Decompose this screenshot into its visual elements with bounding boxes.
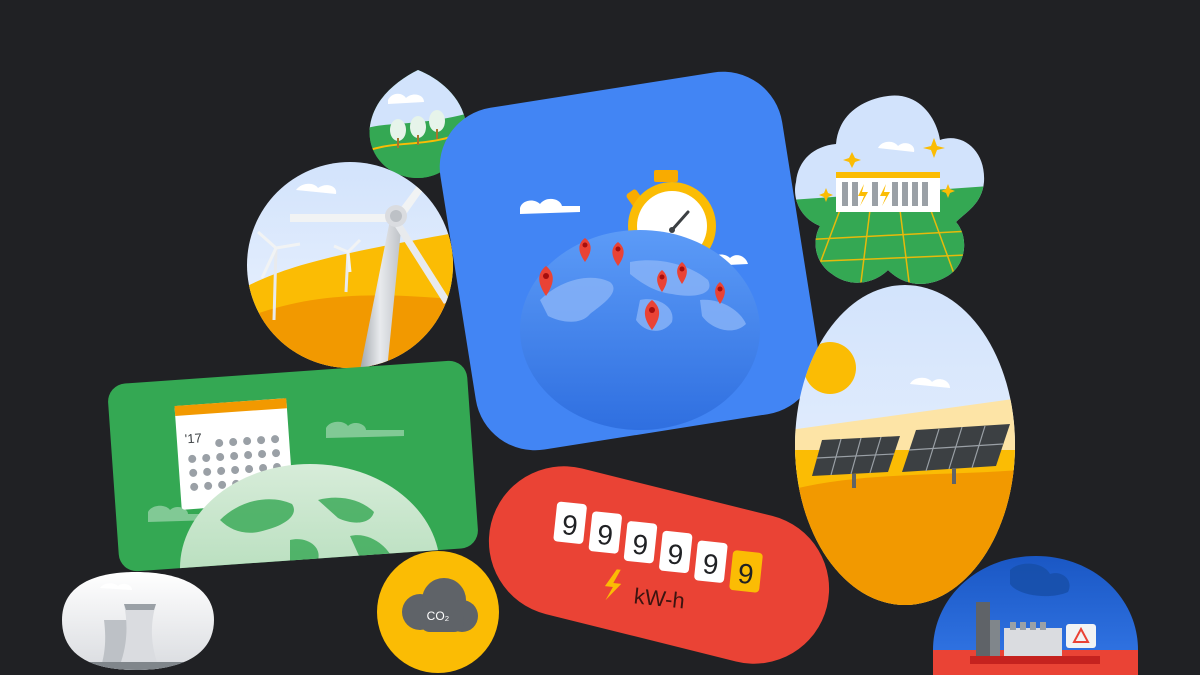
illustration-stage: '17 9 9 9 9 9 9 kW-h CO₂ — [0, 0, 1200, 675]
server-rack-icon — [836, 172, 940, 212]
meter-digit: 9 — [596, 519, 615, 551]
meter-digit: 9 — [631, 529, 650, 561]
meter-digit: 9 — [561, 509, 580, 541]
illustration-canvas: '17 9 9 9 9 9 9 kW-h CO₂ — [62, 70, 1138, 675]
meter-digit: 9 — [666, 538, 685, 570]
co2-tile: CO₂ — [377, 551, 499, 673]
solar-panels-tile — [795, 285, 1015, 605]
wind-turbine-tile — [247, 162, 453, 368]
globe-stopwatch-tile — [439, 71, 819, 451]
meter-unit-label: kW-h — [633, 583, 686, 613]
data-center-tile — [795, 95, 985, 284]
meter-digit: 9 — [736, 558, 755, 590]
cooling-tower-tile — [62, 572, 214, 670]
calendar-year-label: '17 — [184, 430, 202, 446]
energy-meter-tile: 9 9 9 9 9 9 kW-h — [488, 466, 830, 664]
co2-label: CO₂ — [427, 609, 450, 623]
meter-digit: 9 — [701, 548, 720, 580]
